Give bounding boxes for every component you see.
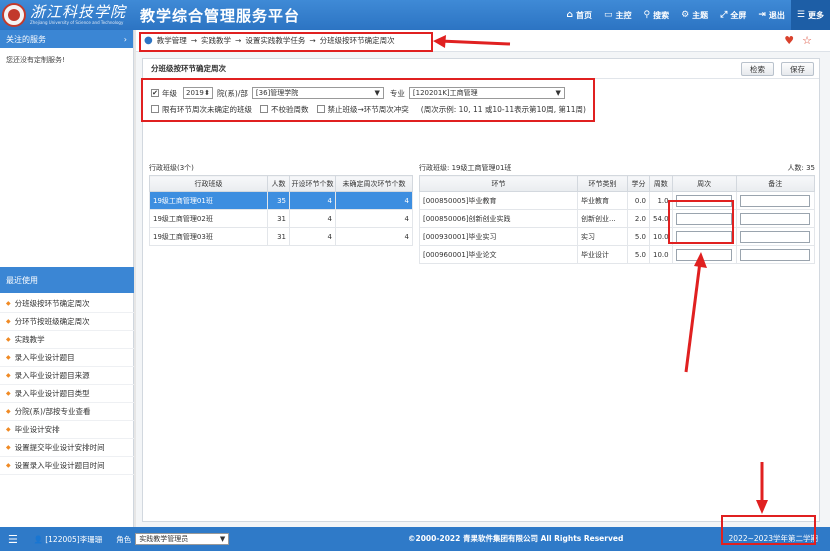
content-panel: 分班级按环节确定周次 检索 保存 ✔ 年级 2019 ⬍ 院(系)/部 [36]管…: [142, 58, 820, 522]
monitor-icon: ▭: [603, 10, 613, 20]
col-header[interactable]: 开设环节个数: [289, 175, 336, 192]
nav-more[interactable]: ☰ 更多: [790, 0, 830, 30]
user-icon: 👤: [33, 534, 44, 544]
col-header[interactable]: 备注: [735, 175, 816, 192]
heart-icon[interactable]: ♥: [784, 34, 794, 47]
link-grid: 行政班级: 19级工商管理01班 人数: 35 环节 环节类别 学分 周数 周次…: [419, 163, 816, 264]
class-grid-caption: 行政班级(3个): [149, 164, 194, 172]
col-header[interactable]: 人数: [267, 175, 290, 192]
recent-item[interactable]: ◆ 录入毕业设计题目: [0, 349, 134, 367]
table-row[interactable]: [000960001]毕业论文 毕业设计 5.0 10.0: [419, 245, 816, 264]
table-row[interactable]: 19级工商管理03班 31 4 4: [149, 227, 413, 246]
bullet-icon: ◆: [6, 426, 11, 433]
recent-item[interactable]: ◆ 录入毕业设计题目来源: [0, 367, 134, 385]
fullscreen-icon: ⤢: [720, 10, 728, 20]
current-user[interactable]: 👤 [122005]李珊珊: [34, 534, 102, 545]
save-button[interactable]: 保存: [781, 62, 814, 76]
role-label: 角色: [116, 534, 132, 544]
footer-bar: ☰ 👤 [122005]李珊珊 角色 实践教学管理员 ▼ ©2000-2022 青果…: [0, 527, 830, 551]
recent-item[interactable]: ◆ 分环节按班级确定周次: [0, 313, 134, 331]
recent-item[interactable]: ◆ 录入毕业设计题目类型: [0, 385, 134, 403]
recent-item[interactable]: ◆ 分院(系)/部按专业查看: [0, 403, 134, 421]
link-grid-caption: 行政班级: 19级工商管理01班: [419, 164, 512, 172]
week-input[interactable]: [675, 248, 732, 261]
nav-home[interactable]: ⌂ 首页: [561, 0, 598, 30]
remark-input[interactable]: [739, 212, 810, 225]
top-nav: ⌂ 首页 ▭ 主控 ⚲ 搜索 ⚙ 主题 ⤢ 全屏 ⇥ 退出 ☰ 更多: [561, 0, 830, 30]
bullet-icon: ◆: [6, 390, 11, 397]
table-row[interactable]: [000930001]毕业实习 实习 5.0 10.0: [419, 227, 816, 246]
bullet-icon: ◆: [6, 444, 11, 451]
gears-icon: ⚙: [681, 10, 690, 20]
top-header: 浙江科技学院 Zhejiang University of Science an…: [0, 0, 830, 30]
bullet-icon: ◆: [6, 372, 11, 379]
annotation-box-week-inputs: [668, 200, 734, 244]
school-logo[interactable]: 浙江科技学院 Zhejiang University of Science an…: [2, 2, 130, 28]
menu-icon: ☰: [796, 10, 805, 20]
recent-header: 最近使用: [0, 267, 134, 293]
search-button[interactable]: 检索: [741, 62, 774, 76]
school-seal-icon: [2, 3, 26, 27]
recent-item[interactable]: ◆ 设置提交毕业设计安排时间: [0, 439, 134, 457]
nav-search[interactable]: ⚲ 搜索: [638, 0, 676, 30]
recent-item[interactable]: ◆ 实践教学: [0, 331, 134, 349]
col-header[interactable]: 环节类别: [577, 175, 628, 192]
sidebar: 关注的服务 › 您还没有定制服务! 最近使用 ◆ 分班级按环节确定周次 ◆ 分环节按…: [0, 30, 134, 527]
annotation-box-filters: [141, 78, 595, 122]
copyright-text: ©2000-2022 青果软件集团有限公司 All Rights Reserve…: [408, 534, 624, 543]
exit-icon: ⇥: [758, 10, 766, 20]
nav-fullscreen[interactable]: ⤢ 全屏: [714, 0, 752, 30]
nav-exit[interactable]: ⇥ 退出: [752, 0, 791, 30]
class-table: 行政班级 人数 开设环节个数 未确定周次环节个数 19级工商管理01班 35 4…: [149, 175, 413, 246]
bullet-icon: ◆: [6, 354, 11, 361]
annotation-box-breadcrumb: [139, 32, 433, 52]
recent-item[interactable]: ◆ 设置录入毕业设计题目时间: [0, 457, 134, 475]
nav-monitor[interactable]: ▭ 主控: [598, 0, 638, 30]
caret-down-icon: ▼: [219, 535, 226, 543]
nav-theme[interactable]: ⚙ 主题: [675, 0, 714, 30]
star-icon[interactable]: ☆: [802, 34, 812, 47]
remark-input[interactable]: [739, 230, 810, 243]
platform-title: 教学综合管理服务平台: [140, 7, 301, 25]
logo-text: 浙江科技学院: [30, 3, 127, 21]
col-header[interactable]: 未确定周次环节个数: [335, 175, 413, 192]
bullet-icon: ◆: [6, 300, 11, 307]
table-row[interactable]: 19级工商管理01班 35 4 4: [149, 191, 413, 210]
bullet-icon: ◆: [6, 408, 11, 415]
table-row[interactable]: [000850005]毕业教育 毕业教育 0.0 1.0: [419, 191, 816, 210]
col-header[interactable]: 学分: [627, 175, 650, 192]
class-grid: 行政班级(3个) 行政班级 人数 开设环节个数 未确定周次环节个数 19级工商管…: [149, 163, 413, 246]
chevron-right-icon: ›: [123, 34, 127, 44]
recent-list: ◆ 分班级按环节确定周次 ◆ 分环节按班级确定周次 ◆ 实践教学 ◆ 录入毕业设计题目 …: [0, 295, 134, 475]
col-header[interactable]: 周数: [649, 175, 673, 192]
col-header[interactable]: 周次: [671, 175, 737, 192]
menu-toggle-icon[interactable]: ☰: [8, 533, 18, 546]
home-icon: ⌂: [566, 10, 573, 20]
fav-empty-text: 您还没有定制服务!: [6, 56, 65, 64]
panel-title: 分班级按环节确定周次: [143, 59, 819, 79]
search-icon: ⚲: [643, 10, 651, 20]
link-table: 环节 环节类别 学分 周数 周次 备注 [000850005]毕业教育 毕业教育…: [419, 175, 816, 264]
col-header[interactable]: 环节: [419, 175, 578, 192]
bullet-icon: ◆: [6, 318, 11, 325]
col-header[interactable]: 行政班级: [149, 175, 268, 192]
remark-input[interactable]: [739, 248, 810, 261]
role-select[interactable]: 实践教学管理员 ▼: [135, 533, 230, 545]
remark-input[interactable]: [739, 194, 810, 207]
annotation-box-term: [721, 515, 816, 545]
bullet-icon: ◆: [6, 336, 11, 343]
bullet-icon: ◆: [6, 462, 11, 469]
role-area: 角色 实践教学管理员 ▼: [116, 533, 230, 545]
recent-item[interactable]: ◆ 毕业设计安排: [0, 421, 134, 439]
logo-en-text: Zhejiang University of Science and Techn…: [30, 20, 124, 25]
recent-item[interactable]: ◆ 分班级按环节确定周次: [0, 295, 134, 313]
fav-services-header[interactable]: 关注的服务 ›: [0, 30, 133, 48]
table-row[interactable]: 19级工商管理02班 31 4 4: [149, 209, 413, 228]
table-row[interactable]: [000850006]创新创业实践 创新创业... 2.0 54.0: [419, 209, 816, 228]
student-count: 人数: 35: [787, 164, 816, 172]
